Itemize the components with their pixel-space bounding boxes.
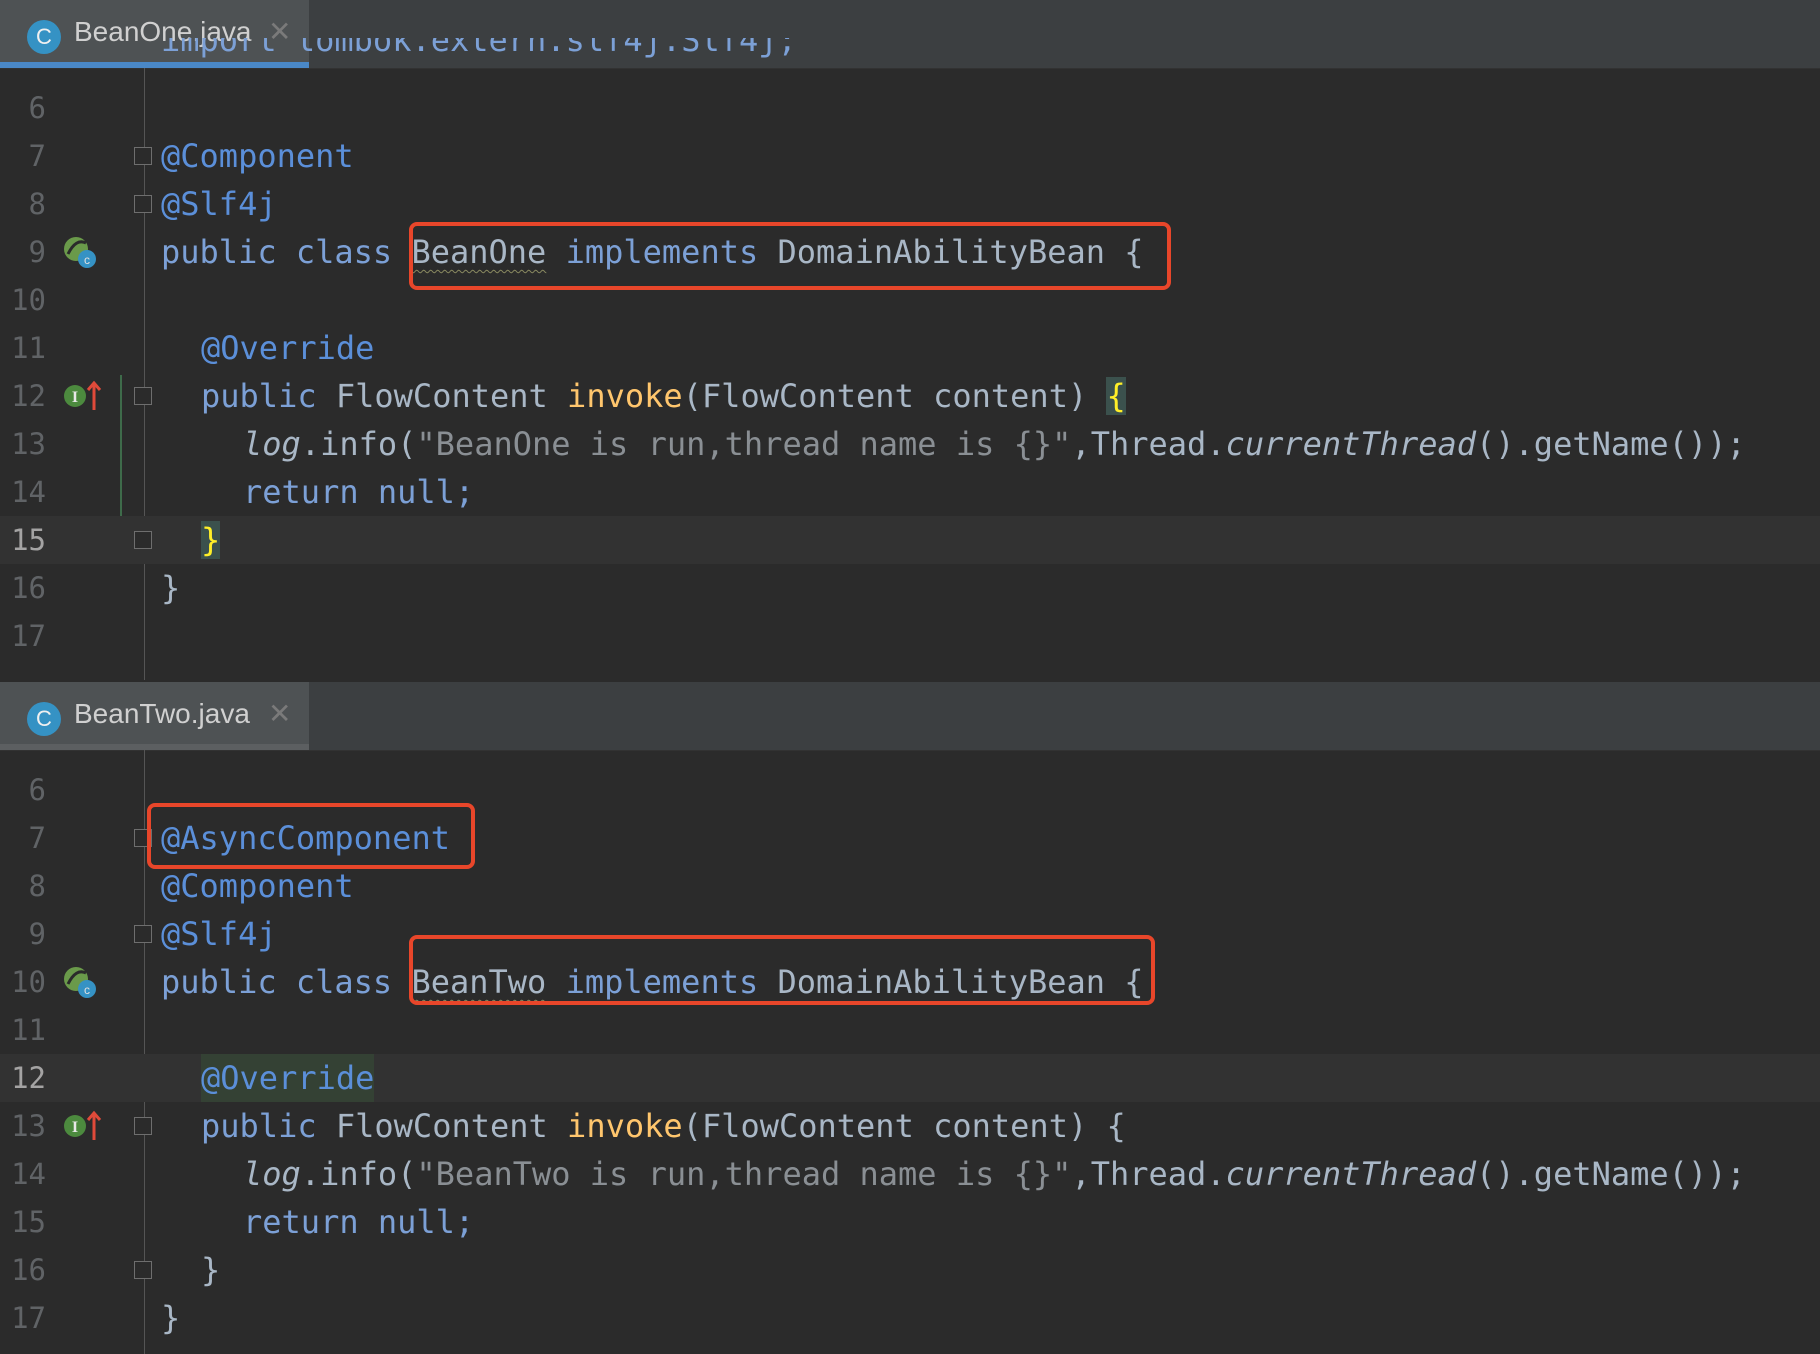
line-number: 16 <box>11 1253 46 1287</box>
code-line-current: 15 } <box>0 516 1820 564</box>
java-class-icon: C <box>27 20 61 54</box>
code-line: 15 return null; <box>0 1198 1820 1246</box>
line-number: 14 <box>11 1157 46 1191</box>
fold-marker-icon[interactable] <box>134 1117 152 1135</box>
log-statement: log.info("BeanOne is run,thread name is … <box>243 425 1746 463</box>
code-line: 17 } <box>0 1294 1820 1342</box>
tab-beantwo[interactable]: C BeanTwo.java ✕ <box>0 682 309 750</box>
code-line: 11 <box>0 1006 1820 1054</box>
closing-brace: } <box>161 569 181 607</box>
svg-text:c: c <box>84 253 90 267</box>
line-number: 6 <box>28 773 46 807</box>
tab-label: BeanTwo.java <box>74 698 250 729</box>
line-number: 7 <box>28 139 46 173</box>
line-number: 10 <box>11 283 46 317</box>
editor-pane-beantwo: C BeanTwo.java ✕ 6 7 @AsyncComponent 8 @… <box>0 682 1820 1354</box>
fold-marker-icon[interactable] <box>134 1261 152 1279</box>
line-number: 17 <box>11 1301 46 1335</box>
line-number: 6 <box>28 91 46 125</box>
fold-marker-icon[interactable] <box>134 531 152 549</box>
code-line: 8 @Component <box>0 862 1820 910</box>
line-number: 13 <box>11 427 46 461</box>
line-number: 15 <box>11 523 46 557</box>
annotation-text: @Override <box>201 329 375 367</box>
code-line: 11 @Override <box>0 324 1820 372</box>
method-declaration: public FlowContent invoke(FlowContent co… <box>201 1107 1126 1145</box>
log-statement: log.info("BeanTwo is run,thread name is … <box>243 1155 1746 1193</box>
code-line: 16 } <box>0 1246 1820 1294</box>
closing-brace: } <box>201 521 221 559</box>
line-number: 11 <box>11 331 46 365</box>
line-number: 8 <box>28 869 46 903</box>
line-number: 12 <box>11 1061 46 1095</box>
line-number: 12 <box>11 379 46 413</box>
return-statement: return null; <box>243 473 475 511</box>
annotation-text: @Override <box>201 1054 375 1102</box>
partial-import-line: import lombok.extern.slf4j.Slf4j; <box>161 38 797 59</box>
editor-pane-beanone: C BeanOne.java ✕ import lombok.extern.sl… <box>0 0 1820 680</box>
annotation-text: @Slf4j <box>161 915 277 953</box>
code-line: 7 @Component <box>0 132 1820 180</box>
tab-bar: C BeanTwo.java ✕ <box>0 682 1820 751</box>
annotation-text: @Slf4j <box>161 185 277 223</box>
code-line: 13 I public FlowContent invoke(FlowConte… <box>0 1102 1820 1150</box>
annotation-text: @Component <box>161 137 354 175</box>
line-number: 10 <box>11 965 46 999</box>
highlight-box-class-declaration <box>409 222 1171 290</box>
close-icon[interactable]: ✕ <box>268 697 291 730</box>
code-line: 13 log.info("BeanOne is run,thread name … <box>0 420 1820 468</box>
line-number: 9 <box>28 235 46 269</box>
line-number: 11 <box>11 1013 46 1047</box>
line-number: 9 <box>28 917 46 951</box>
fold-marker-icon[interactable] <box>134 387 152 405</box>
spring-bean-icon[interactable]: c <box>62 234 98 270</box>
return-statement: return null; <box>243 1203 475 1241</box>
line-number: 16 <box>11 571 46 605</box>
code-line: 14 return null; <box>0 468 1820 516</box>
fold-marker-icon[interactable] <box>134 147 152 165</box>
code-line: 16 } <box>0 564 1820 612</box>
spring-bean-icon[interactable]: c <box>62 964 98 1000</box>
svg-text:I: I <box>72 389 78 406</box>
closing-brace: } <box>161 1299 181 1337</box>
code-line: 17 <box>0 612 1820 660</box>
highlight-box-async-component <box>147 803 475 869</box>
code-line: 12 I public FlowContent invoke(FlowConte… <box>0 372 1820 420</box>
line-number: 17 <box>11 619 46 653</box>
line-number: 15 <box>11 1205 46 1239</box>
code-line-current: 12 @Override <box>0 1054 1820 1102</box>
line-number: 8 <box>28 187 46 221</box>
implements-method-icon[interactable]: I <box>62 378 102 414</box>
method-declaration: public FlowContent invoke(FlowContent co… <box>201 377 1126 415</box>
java-class-icon: C <box>27 702 61 736</box>
code-line: 6 <box>0 84 1820 132</box>
implements-method-icon[interactable]: I <box>62 1108 102 1144</box>
line-number: 13 <box>11 1109 46 1143</box>
fold-marker-icon[interactable] <box>134 195 152 213</box>
line-number: 7 <box>28 821 46 855</box>
annotation-text: @Component <box>161 867 354 905</box>
line-number: 14 <box>11 475 46 509</box>
fold-marker-icon[interactable] <box>134 925 152 943</box>
svg-text:c: c <box>84 983 90 997</box>
highlight-box-class-declaration <box>409 935 1155 1005</box>
code-line: 14 log.info("BeanTwo is run,thread name … <box>0 1150 1820 1198</box>
svg-text:I: I <box>72 1119 78 1136</box>
code-line: 8 @Slf4j <box>0 180 1820 228</box>
tab-indicator <box>0 744 309 750</box>
closing-brace: } <box>201 1251 221 1289</box>
